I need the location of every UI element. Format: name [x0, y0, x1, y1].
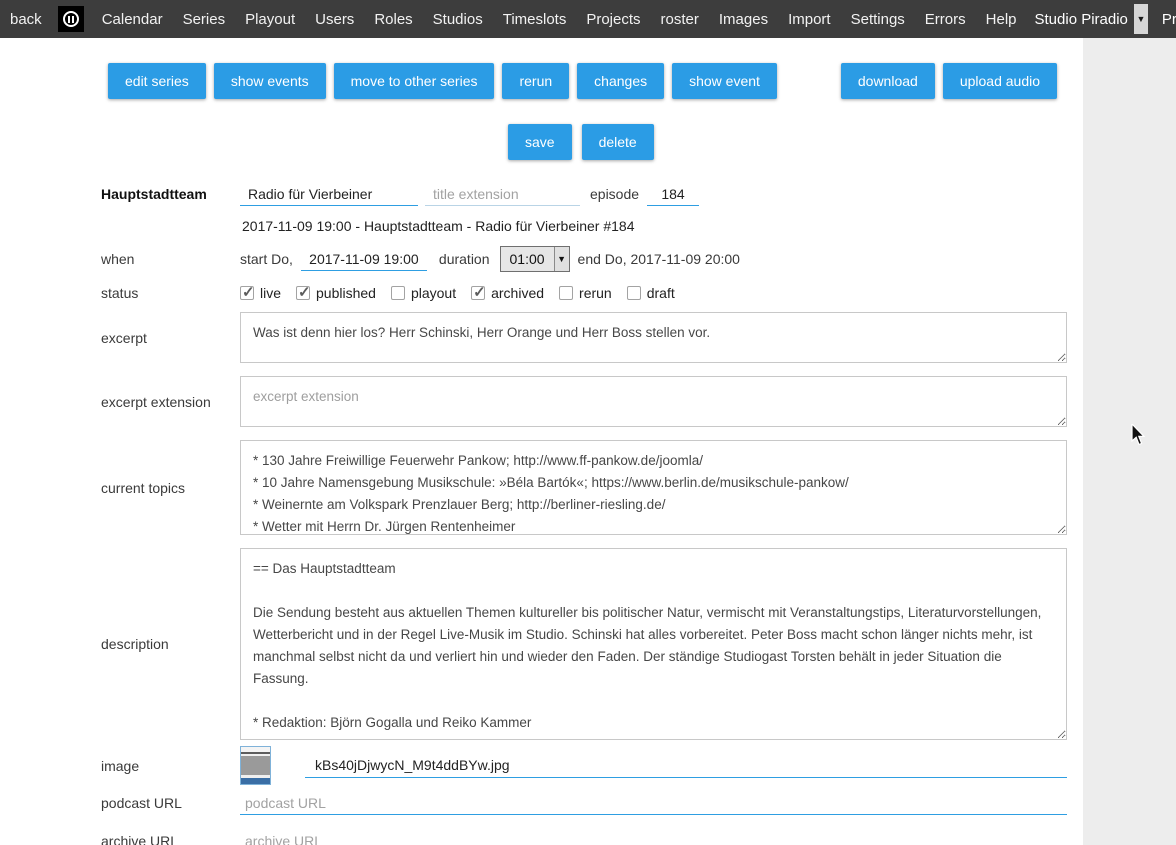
status-checkbox-draft-label: draft [647, 285, 675, 301]
description-textarea[interactable]: == Das Hauptstadtteam Die Sendung besteh… [240, 548, 1067, 740]
mouse-cursor-icon [1131, 424, 1147, 446]
pause-logo-icon [63, 11, 79, 27]
toolbar-row-1: edit series show events move to other se… [0, 38, 1083, 99]
nav-item-import[interactable]: Import [778, 11, 841, 28]
show-events-button[interactable]: show events [214, 63, 326, 99]
status-checkbox-archived[interactable] [471, 286, 485, 300]
duration-label: duration [439, 251, 490, 267]
chevron-down-icon: ▼ [1134, 4, 1148, 34]
current-topics-row: current topics * 130 Jahre Freiwillige F… [0, 440, 1083, 535]
nav-item-errors[interactable]: Errors [915, 11, 976, 28]
nav-item-roster[interactable]: roster [651, 11, 709, 28]
excerpt-textarea[interactable]: Was ist denn hier los? Herr Schinski, He… [240, 312, 1067, 363]
title-row: Hauptstadtteam episode [0, 182, 1083, 206]
episode-editor-panel: edit series show events move to other se… [0, 38, 1083, 845]
nav-item-users[interactable]: Users [305, 11, 364, 28]
changes-button[interactable]: changes [577, 63, 664, 99]
nav-item-series[interactable]: Series [173, 11, 236, 28]
event-summary: 2017-11-09 19:00 - Hauptstadtteam - Radi… [0, 218, 1083, 234]
status-checkbox-rerun[interactable] [559, 286, 573, 300]
delete-button[interactable]: delete [582, 124, 654, 160]
episode-input[interactable] [647, 182, 699, 206]
edit-series-button[interactable]: edit series [108, 63, 206, 99]
description-row: description == Das Hauptstadtteam Die Se… [0, 548, 1083, 740]
podcast-url-row: podcast URL [0, 791, 1083, 815]
excerpt-extension-textarea[interactable] [240, 376, 1067, 427]
nav-item-roles[interactable]: Roles [364, 11, 422, 28]
title-extension-input[interactable] [425, 182, 580, 206]
duration-select[interactable]: 01:00 ▼ [500, 246, 570, 272]
start-day-label: start Do, [240, 251, 293, 267]
image-filename-input[interactable] [305, 754, 677, 778]
episode-label: episode [590, 186, 639, 202]
end-datetime-label: end Do, 2017-11-09 20:00 [578, 251, 740, 267]
status-checkbox-published-label: published [316, 285, 376, 301]
save-button[interactable]: save [508, 124, 572, 160]
nav-back-link[interactable]: back [10, 11, 52, 28]
archive-url-label: archive URL [101, 833, 240, 845]
status-checkbox-playout[interactable] [391, 286, 405, 300]
station-logo[interactable] [58, 6, 84, 32]
description-label: description [101, 636, 240, 652]
project-select[interactable]: Project 88vier ▼ [1158, 4, 1176, 34]
title-input[interactable] [240, 182, 418, 206]
top-nav: back Calendar Series Playout Users Roles… [0, 0, 1176, 38]
status-checkbox-published[interactable] [296, 286, 310, 300]
nav-item-studios[interactable]: Studios [423, 11, 493, 28]
status-checkbox-playout-label: playout [411, 285, 456, 301]
studio-select[interactable]: Studio Piradio ▼ [1031, 4, 1148, 34]
duration-value: 01:00 [501, 247, 554, 271]
when-row: when start Do, duration 01:00 ▼ end Do, … [0, 246, 1083, 272]
status-checkbox-live[interactable] [240, 286, 254, 300]
status-checkbox-draft[interactable] [627, 286, 641, 300]
archive-url-input[interactable] [240, 829, 1067, 845]
nav-item-calendar[interactable]: Calendar [92, 11, 173, 28]
studio-select-value: Studio Piradio [1031, 11, 1134, 28]
status-label: status [101, 285, 240, 301]
excerpt-row: excerpt Was ist denn hier los? Herr Schi… [0, 312, 1083, 363]
nav-item-settings[interactable]: Settings [841, 11, 915, 28]
when-label: when [101, 251, 240, 267]
project-select-value: Project 88vier [1158, 11, 1176, 28]
image-extra-input[interactable] [677, 754, 1067, 778]
excerpt-extension-row: excerpt extension [0, 376, 1083, 427]
image-row: image [0, 746, 1083, 785]
toolbar-row-2: save delete [0, 124, 1083, 160]
status-checkbox-rerun-label: rerun [579, 285, 612, 301]
status-row: status live published playout archived r… [0, 285, 1083, 301]
nav-item-images[interactable]: Images [709, 11, 778, 28]
current-topics-textarea[interactable]: * 130 Jahre Freiwillige Feuerwehr Pankow… [240, 440, 1067, 535]
excerpt-label: excerpt [101, 330, 240, 346]
current-topics-label: current topics [101, 480, 240, 496]
podcast-url-label: podcast URL [101, 795, 240, 811]
nav-item-help[interactable]: Help [976, 11, 1027, 28]
start-datetime-input[interactable] [301, 247, 427, 271]
image-label: image [101, 758, 240, 774]
download-button[interactable]: download [841, 63, 935, 99]
status-checkbox-archived-label: archived [491, 285, 544, 301]
show-event-button[interactable]: show event [672, 63, 777, 99]
nav-item-projects[interactable]: Projects [576, 11, 650, 28]
move-to-other-series-button[interactable]: move to other series [334, 63, 495, 99]
rerun-button[interactable]: rerun [502, 63, 569, 99]
upload-audio-button[interactable]: upload audio [943, 63, 1057, 99]
nav-item-playout[interactable]: Playout [235, 11, 305, 28]
series-name-label: Hauptstadtteam [101, 186, 240, 202]
chevron-down-icon: ▼ [554, 247, 569, 271]
excerpt-extension-label: excerpt extension [101, 394, 240, 410]
podcast-url-input[interactable] [240, 791, 1067, 815]
status-checkbox-live-label: live [260, 285, 281, 301]
nav-item-timeslots[interactable]: Timeslots [493, 11, 577, 28]
archive-url-row: archive URL [0, 829, 1083, 845]
episode-image-thumbnail[interactable] [240, 746, 271, 785]
